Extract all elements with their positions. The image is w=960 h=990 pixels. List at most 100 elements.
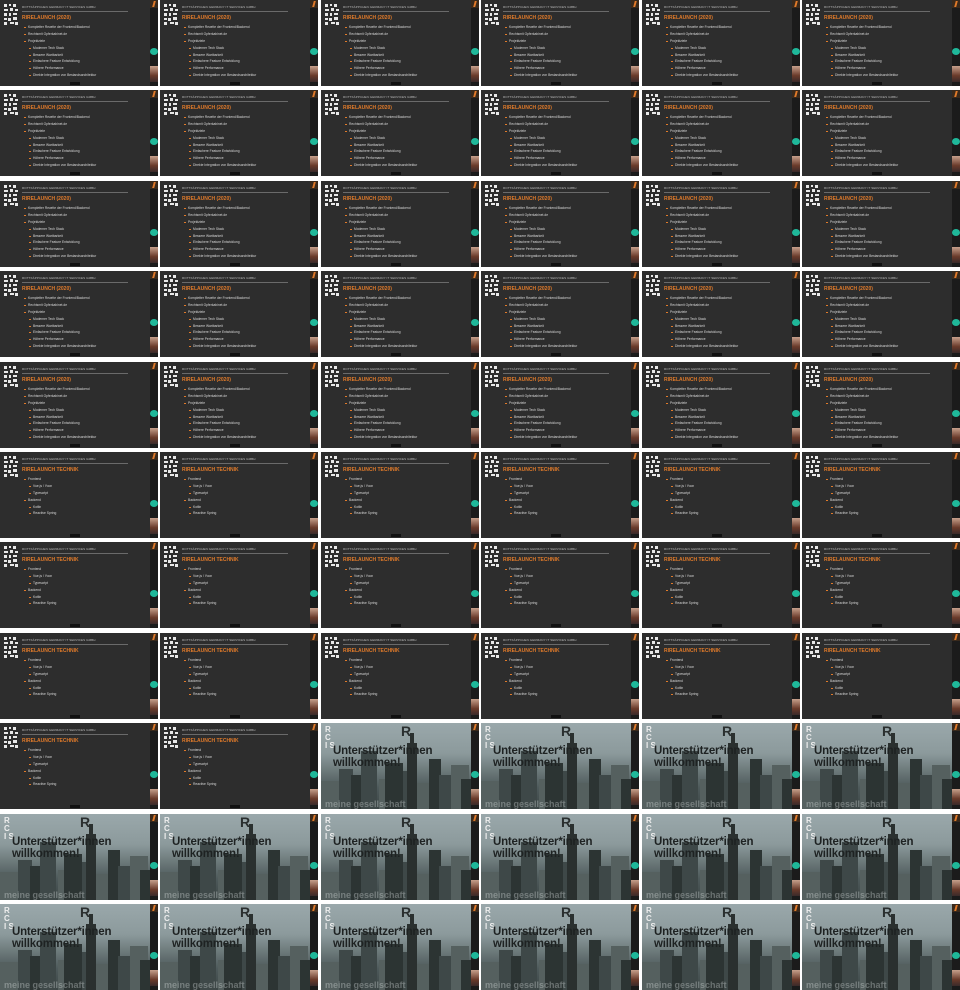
participant-video-thumbnail[interactable] (471, 156, 479, 172)
slide-pager[interactable] (712, 82, 722, 85)
video-frame[interactable]: ROTTKÄPPCHEN GERMANY IT SERVICES GMBH RIR… (160, 181, 318, 267)
video-frame[interactable]: ROTTKÄPPCHEN GERMANY IT SERVICES GMBH RIR… (321, 633, 479, 719)
video-frame[interactable]: R C I S R Unterstützer*innen willkommen! mei… (0, 814, 158, 900)
participant-video-thumbnail[interactable] (952, 970, 960, 986)
participant-video-thumbnail[interactable] (310, 970, 318, 986)
slide-pager[interactable] (551, 534, 561, 537)
participant-video-thumbnail[interactable] (150, 337, 158, 353)
slide-pager[interactable] (712, 624, 722, 627)
participant-video-thumbnail[interactable] (150, 156, 158, 172)
participant-video-thumbnail[interactable] (310, 608, 318, 624)
video-frame[interactable]: ROTTKÄPPCHEN GERMANY IT SERVICES GMBH RIR… (321, 0, 479, 86)
participant-video-thumbnail[interactable] (631, 789, 639, 805)
video-frame[interactable]: ROTTKÄPPCHEN GERMANY IT SERVICES GMBH RIR… (0, 362, 158, 448)
video-frame[interactable]: ROTTKÄPPCHEN GERMANY IT SERVICES GMBH RIR… (642, 452, 800, 538)
slide-pager[interactable] (70, 624, 80, 627)
slide-pager[interactable] (551, 715, 561, 718)
slide-pager[interactable] (391, 82, 401, 85)
slide-pager[interactable] (551, 624, 561, 627)
slide-pager[interactable] (230, 353, 240, 356)
participant-video-thumbnail[interactable] (792, 608, 800, 624)
video-frame[interactable]: R C I S R Unterstützer*innen willkommen! mei… (321, 723, 479, 809)
slide-pager[interactable] (712, 353, 722, 356)
participant-video-thumbnail[interactable] (471, 428, 479, 444)
participant-video-thumbnail[interactable] (310, 880, 318, 896)
slide-pager[interactable] (230, 624, 240, 627)
video-frame[interactable]: ROTTKÄPPCHEN GERMANY IT SERVICES GMBH RIR… (160, 271, 318, 357)
participant-video-thumbnail[interactable] (471, 789, 479, 805)
video-frame[interactable]: R C I S R Unterstützer*innen willkommen! mei… (642, 904, 800, 990)
video-frame[interactable]: R C I S R Unterstützer*innen willkommen! mei… (160, 904, 318, 990)
participant-video-thumbnail[interactable] (150, 608, 158, 624)
slide-pager[interactable] (70, 444, 80, 447)
video-frame[interactable]: ROTTKÄPPCHEN GERMANY IT SERVICES GMBH RIR… (321, 181, 479, 267)
participant-video-thumbnail[interactable] (952, 156, 960, 172)
video-frame[interactable]: ROTTKÄPPCHEN GERMANY IT SERVICES GMBH RIR… (0, 0, 158, 86)
slide-pager[interactable] (70, 805, 80, 808)
participant-video-thumbnail[interactable] (150, 699, 158, 715)
video-frame[interactable]: ROTTKÄPPCHEN GERMANY IT SERVICES GMBH RIR… (642, 271, 800, 357)
video-frame[interactable]: ROTTKÄPPCHEN GERMANY IT SERVICES GMBH RIR… (321, 542, 479, 628)
slide-pager[interactable] (712, 715, 722, 718)
slide-pager[interactable] (230, 444, 240, 447)
video-frame[interactable]: ROTTKÄPPCHEN GERMANY IT SERVICES GMBH RIR… (642, 633, 800, 719)
participant-video-thumbnail[interactable] (631, 337, 639, 353)
video-frame[interactable]: R C I S R Unterstützer*innen willkommen! mei… (642, 814, 800, 900)
participant-video-thumbnail[interactable] (471, 608, 479, 624)
participant-video-thumbnail[interactable] (952, 699, 960, 715)
participant-video-thumbnail[interactable] (631, 970, 639, 986)
video-frame[interactable]: ROTTKÄPPCHEN GERMANY IT SERVICES GMBH RIR… (642, 362, 800, 448)
video-frame[interactable]: ROTTKÄPPCHEN GERMANY IT SERVICES GMBH RIR… (481, 90, 639, 176)
video-frame[interactable]: ROTTKÄPPCHEN GERMANY IT SERVICES GMBH RIR… (160, 633, 318, 719)
video-frame[interactable]: ROTTKÄPPCHEN GERMANY IT SERVICES GMBH RIR… (481, 633, 639, 719)
slide-pager[interactable] (70, 263, 80, 266)
slide-pager[interactable] (70, 172, 80, 175)
video-frame[interactable]: R C I S R Unterstützer*innen willkommen! mei… (802, 904, 960, 990)
participant-video-thumbnail[interactable] (631, 699, 639, 715)
video-frame[interactable]: ROTTKÄPPCHEN GERMANY IT SERVICES GMBH RIR… (160, 0, 318, 86)
participant-video-thumbnail[interactable] (792, 337, 800, 353)
participant-video-thumbnail[interactable] (952, 608, 960, 624)
slide-pager[interactable] (712, 534, 722, 537)
video-frame[interactable]: R C I S R Unterstützer*innen willkommen! mei… (642, 723, 800, 809)
slide-pager[interactable] (551, 444, 561, 447)
video-frame[interactable]: ROTTKÄPPCHEN GERMANY IT SERVICES GMBH RIR… (160, 542, 318, 628)
participant-video-thumbnail[interactable] (631, 428, 639, 444)
participant-video-thumbnail[interactable] (792, 156, 800, 172)
participant-video-thumbnail[interactable] (792, 66, 800, 82)
video-frame[interactable]: ROTTKÄPPCHEN GERMANY IT SERVICES GMBH RIR… (802, 362, 960, 448)
participant-video-thumbnail[interactable] (631, 518, 639, 534)
participant-video-thumbnail[interactable] (310, 66, 318, 82)
participant-video-thumbnail[interactable] (471, 880, 479, 896)
participant-video-thumbnail[interactable] (631, 880, 639, 896)
participant-video-thumbnail[interactable] (792, 970, 800, 986)
slide-pager[interactable] (230, 82, 240, 85)
video-frame[interactable]: R C I S R Unterstützer*innen willkommen! mei… (0, 904, 158, 990)
video-frame[interactable]: R C I S R Unterstützer*innen willkommen! mei… (802, 723, 960, 809)
video-frame[interactable]: ROTTKÄPPCHEN GERMANY IT SERVICES GMBH RIR… (481, 542, 639, 628)
participant-video-thumbnail[interactable] (952, 247, 960, 263)
video-frame[interactable]: ROTTKÄPPCHEN GERMANY IT SERVICES GMBH RIR… (481, 452, 639, 538)
slide-pager[interactable] (70, 715, 80, 718)
participant-video-thumbnail[interactable] (631, 66, 639, 82)
participant-video-thumbnail[interactable] (631, 156, 639, 172)
video-frame[interactable]: ROTTKÄPPCHEN GERMANY IT SERVICES GMBH RIR… (481, 0, 639, 86)
slide-pager[interactable] (391, 263, 401, 266)
participant-video-thumbnail[interactable] (471, 699, 479, 715)
slide-pager[interactable] (551, 82, 561, 85)
participant-video-thumbnail[interactable] (792, 518, 800, 534)
participant-video-thumbnail[interactable] (471, 66, 479, 82)
slide-pager[interactable] (872, 172, 882, 175)
video-frame[interactable]: ROTTKÄPPCHEN GERMANY IT SERVICES GMBH RIR… (321, 362, 479, 448)
video-frame[interactable]: ROTTKÄPPCHEN GERMANY IT SERVICES GMBH RIR… (802, 542, 960, 628)
slide-pager[interactable] (712, 172, 722, 175)
video-frame[interactable]: ROTTKÄPPCHEN GERMANY IT SERVICES GMBH RIR… (0, 90, 158, 176)
participant-video-thumbnail[interactable] (310, 337, 318, 353)
video-frame[interactable]: ROTTKÄPPCHEN GERMANY IT SERVICES GMBH RIR… (321, 452, 479, 538)
video-frame[interactable]: ROTTKÄPPCHEN GERMANY IT SERVICES GMBH RIR… (0, 452, 158, 538)
participant-video-thumbnail[interactable] (310, 789, 318, 805)
video-frame[interactable]: ROTTKÄPPCHEN GERMANY IT SERVICES GMBH RIR… (0, 542, 158, 628)
video-frame[interactable]: R C I S R Unterstützer*innen willkommen! mei… (481, 904, 639, 990)
slide-pager[interactable] (872, 263, 882, 266)
participant-video-thumbnail[interactable] (310, 518, 318, 534)
